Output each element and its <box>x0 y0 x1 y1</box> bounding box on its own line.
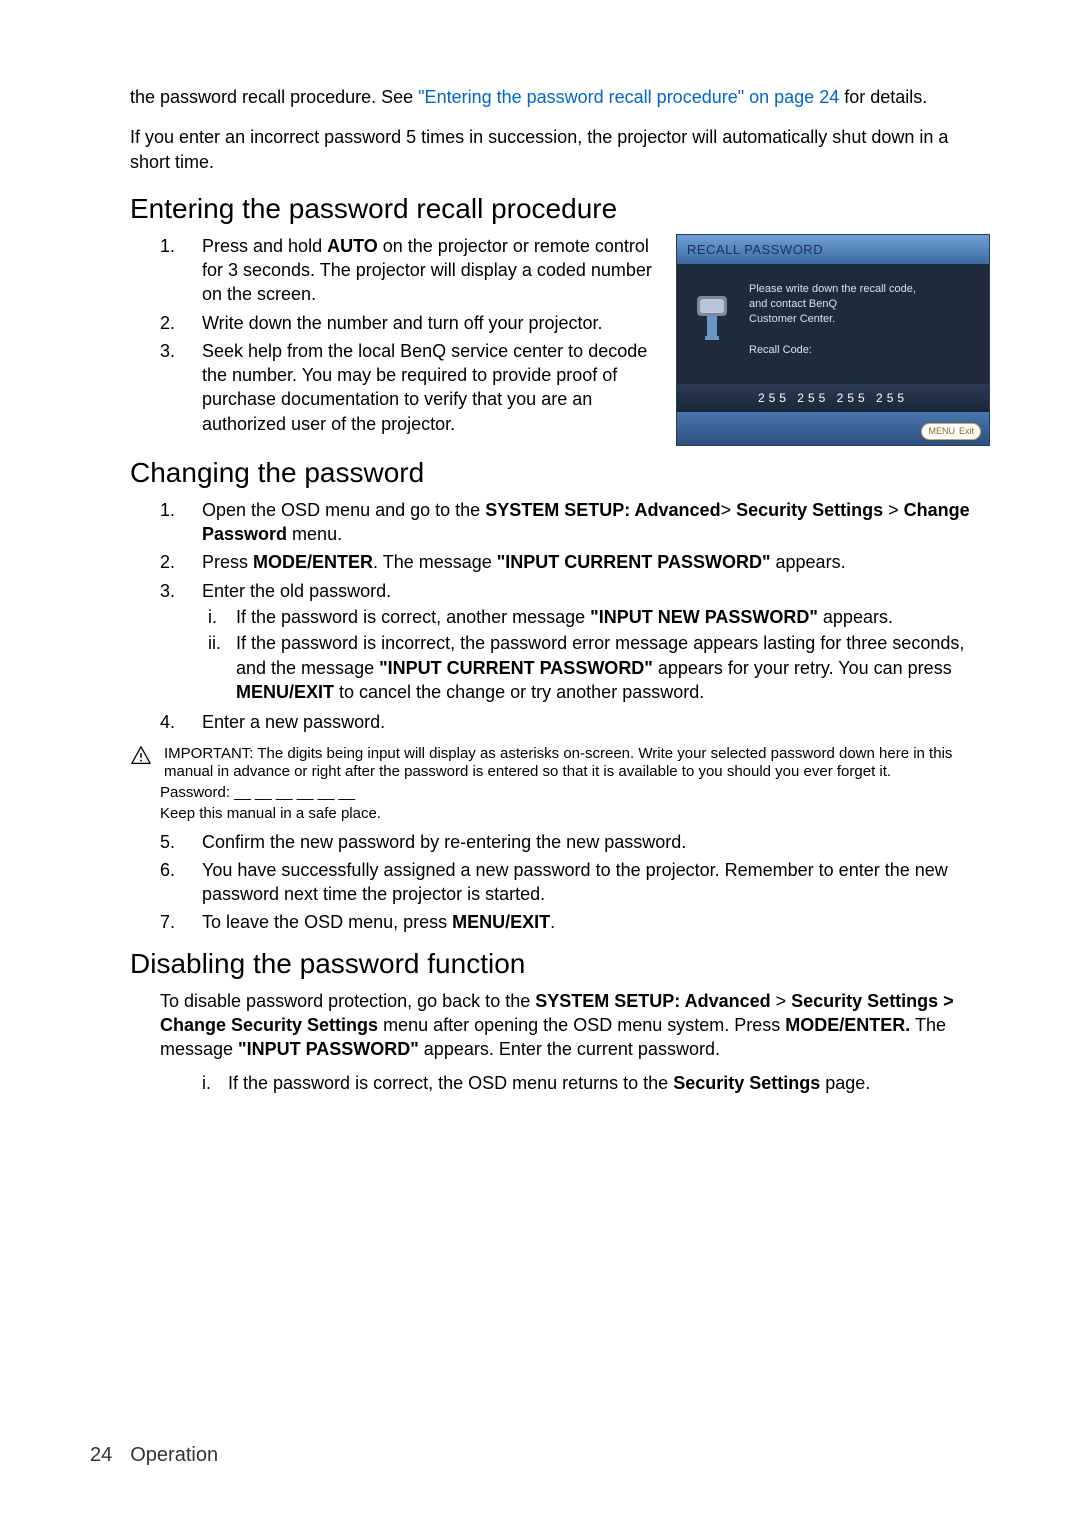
recall-list: 1. Press and hold AUTO on the projector … <box>130 234 656 436</box>
osd-panel: RECALL PASSWORD Please write down the re… <box>676 234 990 446</box>
intro-text-pre: the password recall procedure. See <box>130 87 418 107</box>
list-item: 4. Enter a new password. <box>130 710 990 734</box>
osd-recall-code: 255 255 255 255 <box>677 384 989 412</box>
list-text: Write down the number and turn off your … <box>202 311 656 335</box>
list-item: 1. Press and hold AUTO on the projector … <box>130 234 656 307</box>
intro-block: the password recall procedure. See "Ente… <box>130 85 990 174</box>
list-item: 5. Confirm the new password by re-enteri… <box>130 830 990 854</box>
list-text: Press and hold AUTO on the projector or … <box>202 234 656 307</box>
list-text: Enter the old password. i. If the passwo… <box>202 579 990 706</box>
disable-sublist: i. If the password is correct, the OSD m… <box>130 1071 990 1095</box>
osd-message: Please write down the recall code, and c… <box>749 282 977 327</box>
list-item: i. If the password is correct, another m… <box>202 605 990 629</box>
important-text: IMPORTANT: The digits being input will d… <box>164 745 990 783</box>
intro-para-1: the password recall procedure. See "Ente… <box>130 85 990 109</box>
osd-body: Please write down the recall code, and c… <box>677 264 989 384</box>
warning-icon <box>130 745 156 783</box>
disable-para: To disable password protection, go back … <box>130 989 990 1062</box>
list-number: 2. <box>160 311 202 335</box>
list-text: You have successfully assigned a new pas… <box>202 858 990 907</box>
osd-menu-button[interactable]: MENU Exit <box>921 423 981 439</box>
list-number: 1. <box>160 234 202 307</box>
heading-change-password: Changing the password <box>130 454 990 492</box>
recall-row: 1. Press and hold AUTO on the projector … <box>130 234 990 446</box>
password-line: Password: __ __ __ __ __ __ <box>160 784 990 803</box>
list-number: 2. <box>160 550 202 574</box>
change-list-a: 1. Open the OSD menu and go to the SYSTE… <box>130 498 990 735</box>
list-item: 1. Open the OSD menu and go to the SYSTE… <box>130 498 990 547</box>
list-item: ii. If the password is incorrect, the pa… <box>202 631 990 704</box>
osd-title: RECALL PASSWORD <box>677 235 989 265</box>
page-footer: 24 Operation <box>90 1442 218 1469</box>
list-item: 2. Write down the number and turn off yo… <box>130 311 656 335</box>
list-item: 7. To leave the OSD menu, press MENU/EXI… <box>130 910 990 934</box>
list-text: If the password is incorrect, the passwo… <box>236 631 990 704</box>
footer-label: Operation <box>130 1444 218 1466</box>
list-text: If the password is correct, another mess… <box>236 605 990 629</box>
intro-text-post: for details. <box>839 87 927 107</box>
list-number: 1. <box>160 498 202 547</box>
list-text: Enter a new password. <box>202 710 990 734</box>
list-number: 3. <box>160 579 202 706</box>
list-number: 6. <box>160 858 202 907</box>
recall-steps: 1. Press and hold AUTO on the projector … <box>130 234 656 446</box>
list-item: 3. Seek help from the local BenQ service… <box>130 339 656 436</box>
list-number: 5. <box>160 830 202 854</box>
list-number: 7. <box>160 910 202 934</box>
list-text: If the password is correct, the OSD menu… <box>228 1071 990 1095</box>
list-item: 3. Enter the old password. i. If the pas… <box>130 579 990 706</box>
heading-disable-password: Disabling the password function <box>130 945 990 983</box>
list-text: Seek help from the local BenQ service ce… <box>202 339 656 436</box>
list-number: ii. <box>208 631 236 704</box>
key-icon <box>691 292 733 342</box>
list-text: Press MODE/ENTER. The message "INPUT CUR… <box>202 550 990 574</box>
osd-recall-label: Recall Code: <box>749 343 977 358</box>
list-item: 2. Press MODE/ENTER. The message "INPUT … <box>130 550 990 574</box>
list-text: To leave the OSD menu, press MENU/EXIT. <box>202 910 990 934</box>
heading-recall-procedure: Entering the password recall procedure <box>130 190 990 228</box>
list-number: i. <box>202 1071 228 1095</box>
list-item: i. If the password is correct, the OSD m… <box>202 1071 990 1095</box>
list-number: i. <box>208 605 236 629</box>
password-blank: Password: __ __ __ __ __ __ Keep this ma… <box>130 784 990 824</box>
recall-procedure-link[interactable]: "Entering the password recall procedure"… <box>418 87 839 107</box>
list-item: 6. You have successfully assigned a new … <box>130 858 990 907</box>
page-number: 24 <box>90 1444 112 1466</box>
osd-footer: MENU Exit <box>677 412 989 444</box>
important-note: IMPORTANT: The digits being input will d… <box>130 745 990 783</box>
change-list-b: 5. Confirm the new password by re-enteri… <box>130 830 990 935</box>
keep-line: Keep this manual in a safe place. <box>160 805 990 824</box>
list-number: 4. <box>160 710 202 734</box>
list-number: 3. <box>160 339 202 436</box>
list-text: Confirm the new password by re-entering … <box>202 830 990 854</box>
list-text: Open the OSD menu and go to the SYSTEM S… <box>202 498 990 547</box>
intro-para-2: If you enter an incorrect password 5 tim… <box>130 125 990 174</box>
change-sublist: i. If the password is correct, another m… <box>202 605 990 704</box>
